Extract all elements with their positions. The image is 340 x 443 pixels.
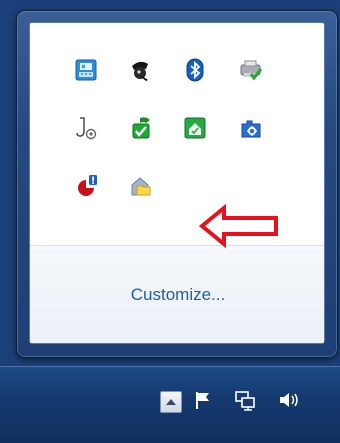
customize-area: Customize... (30, 246, 324, 343)
volume-icon[interactable] (276, 387, 302, 413)
network-icon[interactable] (232, 387, 258, 413)
annotation-arrow-icon (198, 203, 278, 249)
customize-link[interactable]: Customize... (131, 285, 225, 305)
blue-gear-app-icon[interactable] (236, 113, 266, 143)
green-checkmark-app-icon[interactable] (126, 113, 156, 143)
printer-check-icon[interactable] (236, 55, 266, 85)
show-hidden-icons-button[interactable] (160, 391, 182, 413)
keyboard-app-icon[interactable] (72, 55, 102, 85)
green-house-icon[interactable] (180, 113, 210, 143)
flyout-panel: Customize... (29, 22, 325, 344)
red-alert-pie-icon[interactable] (72, 171, 102, 201)
audio-settings-icon[interactable] (72, 113, 102, 143)
house-folder-icon[interactable] (126, 171, 156, 201)
bluetooth-icon[interactable] (180, 55, 210, 85)
action-center-flag-icon[interactable] (190, 387, 216, 413)
pirate-app-icon[interactable] (126, 55, 156, 85)
show-hidden-icons-icon (166, 399, 176, 405)
taskbar (0, 366, 340, 443)
notification-area-flyout: Customize... (16, 10, 338, 358)
